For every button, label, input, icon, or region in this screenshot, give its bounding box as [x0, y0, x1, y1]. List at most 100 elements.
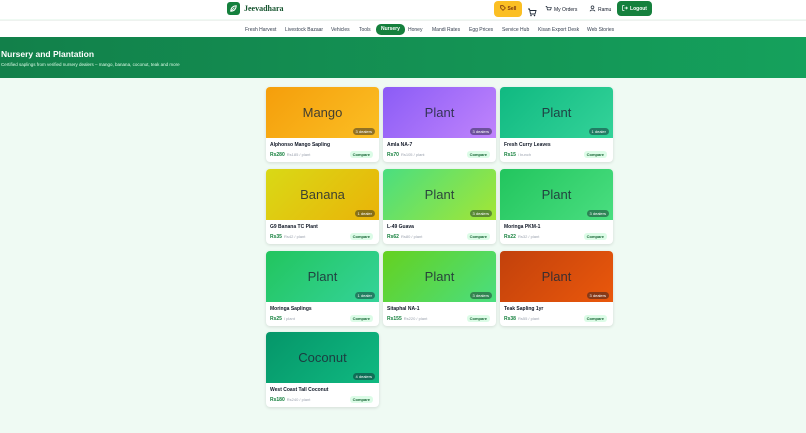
product-name[interactable]: Sitaphal NA-1 [387, 306, 420, 312]
product-card[interactable]: Plant 3 dealers Sitaphal NA-1 Rs155 Rs220 … [383, 251, 496, 326]
product-card[interactable]: Plant 3 dealers Amla NA-7 Rs70 Rs105 / pla… [383, 87, 496, 162]
product-name[interactable]: Fresh Curry Leaves [504, 142, 551, 148]
price-value: Rs22 [504, 234, 516, 240]
user-menu[interactable]: Ramu [589, 5, 611, 14]
nav-item-fresh-harvest[interactable]: Fresh Harvest [245, 25, 276, 35]
logout-icon [622, 4, 628, 13]
product-price: Rs155 Rs220 / plant [387, 316, 427, 322]
price-value: Rs280 [270, 152, 285, 158]
product-image[interactable]: Plant 3 dealers [500, 169, 613, 220]
nav-item-egg-prices[interactable]: Egg Prices [469, 25, 493, 35]
compare-button[interactable]: Compare [349, 315, 373, 322]
nav-item-tools[interactable]: Tools [359, 25, 371, 35]
product-name[interactable]: West Coast Tall Coconut [270, 387, 328, 393]
product-image[interactable]: Plant 3 dealers [500, 251, 613, 302]
sell-label: Sell [507, 6, 517, 12]
compare-button[interactable]: Compare [349, 396, 373, 403]
nav-item-livestock-bazaar[interactable]: Livestock Bazaar [285, 25, 323, 35]
nav-item-nursery[interactable]: Nursery [376, 24, 405, 35]
nav-item-honey[interactable]: Honey [408, 25, 422, 35]
product-image[interactable]: Plant 3 dealers [383, 87, 496, 138]
brand-logo[interactable]: Jeevadhara [227, 2, 284, 15]
dealer-count-badge: 3 dealers [469, 210, 492, 217]
nav-item-vehicles[interactable]: Vehicles [331, 25, 350, 35]
dealer-count-badge: 3 dealers [586, 210, 609, 217]
product-price: Rs38 Rs55 / plant [504, 316, 539, 322]
product-card[interactable]: Coconut 4 dealers West Coast Tall Coconut… [266, 332, 379, 407]
product-image-label: Plant [424, 105, 455, 120]
orders-cart-icon [545, 5, 552, 14]
product-card[interactable]: Mango 3 dealers Alphonso Mango Sapling Rs… [266, 87, 379, 162]
compare-button[interactable]: Compare [466, 315, 490, 322]
product-image[interactable]: Coconut 4 dealers [266, 332, 379, 383]
product-name[interactable]: Amla NA-7 [387, 142, 412, 148]
nav-item-service-hub[interactable]: Service Hub [502, 25, 529, 35]
price-value: Rs25 [270, 316, 282, 322]
my-orders-label: My Orders [554, 6, 578, 13]
product-price: Rs25/ plant [270, 316, 295, 322]
logout-button[interactable]: Logout [617, 1, 652, 16]
product-name[interactable]: L-49 Guava [387, 224, 414, 230]
compare-button[interactable]: Compare [349, 151, 373, 158]
price-unit: Rs240 / plant [286, 397, 311, 402]
product-name[interactable]: Teak Sapling 1yr [504, 306, 543, 312]
product-card[interactable]: Plant 1 dealer Fresh Curry Leaves Rs15/ b… [500, 87, 613, 162]
product-price: Rs15/ bunch [504, 152, 531, 158]
compare-button[interactable]: Compare [583, 151, 607, 158]
product-image[interactable]: Plant 1 dealer [266, 251, 379, 302]
compare-button[interactable]: Compare [583, 315, 607, 322]
dealer-count-badge: 3 dealers [586, 292, 609, 299]
compare-button[interactable]: Compare [583, 233, 607, 240]
product-image[interactable]: Plant 1 dealer [500, 87, 613, 138]
product-card[interactable]: Plant 3 dealers Moringa PKM-1 Rs22 Rs32 / … [500, 169, 613, 244]
page-banner: Nursery and Plantation Certified sapling… [0, 37, 806, 78]
compare-button[interactable]: Compare [466, 233, 490, 240]
product-name[interactable]: G9 Banana TC Plant [270, 224, 318, 230]
compare-button[interactable]: Compare [349, 233, 373, 240]
product-price: Rs180 Rs240 / plant [270, 397, 310, 403]
product-card[interactable]: Plant 3 dealers Teak Sapling 1yr Rs38 Rs55… [500, 251, 613, 326]
product-image-label: Mango [302, 105, 343, 120]
nav-item-web-stories[interactable]: Web Stories [587, 25, 614, 35]
product-price: Rs62 Rs80 / plant [387, 234, 422, 240]
product-image[interactable]: Plant 3 dealers [383, 251, 496, 302]
product-card[interactable]: Plant 1 dealer Moringa Saplings Rs25/ pla… [266, 251, 379, 326]
price-value: Rs155 [387, 316, 402, 322]
product-image-label: Plant [541, 187, 572, 202]
price-unit: Rs42 / plant [283, 234, 306, 239]
price-unit: Rs105 / plant [400, 152, 425, 157]
page-title: Nursery and Plantation [1, 49, 95, 59]
product-card[interactable]: Plant 3 dealers L-49 Guava Rs62 Rs80 / pla… [383, 169, 496, 244]
price-unit: Rs55 / plant [517, 316, 540, 321]
compare-button[interactable]: Compare [466, 151, 490, 158]
price-value: Rs180 [270, 397, 285, 403]
dealer-count-badge: 1 dealer [588, 128, 609, 135]
price-unit: / bunch [517, 152, 532, 157]
my-orders-link[interactable]: My Orders [545, 5, 577, 14]
nav-item-kisan-export-desk[interactable]: Kisan Export Desk [538, 25, 579, 35]
product-image[interactable]: Plant 3 dealers [383, 169, 496, 220]
product-name[interactable]: Moringa Saplings [270, 306, 312, 312]
product-name[interactable]: Alphonso Mango Sapling [270, 142, 330, 148]
category-nav: Fresh Harvest Livestock Bazaar Vehicles … [0, 20, 806, 37]
price-value: Rs38 [504, 316, 516, 322]
product-card[interactable]: Banana 1 dealer G9 Banana TC Plant Rs35 Rs… [266, 169, 379, 244]
product-image[interactable]: Banana 1 dealer [266, 169, 379, 220]
cart-icon[interactable] [527, 4, 537, 17]
price-value: Rs62 [387, 234, 399, 240]
price-unit: Rs185 / plant [286, 152, 311, 157]
user-icon [589, 5, 596, 14]
price-value: Rs35 [270, 234, 282, 240]
product-name[interactable]: Moringa PKM-1 [504, 224, 540, 230]
logout-label: Logout [630, 5, 647, 12]
dealer-count-badge: 1 dealer [354, 292, 375, 299]
product-price: Rs35 Rs42 / plant [270, 234, 305, 240]
product-image-label: Plant [541, 105, 572, 120]
product-image[interactable]: Mango 3 dealers [266, 87, 379, 138]
nav-item-mandi-rates[interactable]: Mandi Rates [432, 25, 460, 35]
dealer-count-badge: 1 dealer [354, 210, 375, 217]
price-unit: Rs32 / plant [517, 234, 540, 239]
price-value: Rs15 [504, 152, 516, 158]
sell-button[interactable]: Sell [494, 1, 522, 17]
product-image-label: Plant [307, 269, 338, 284]
